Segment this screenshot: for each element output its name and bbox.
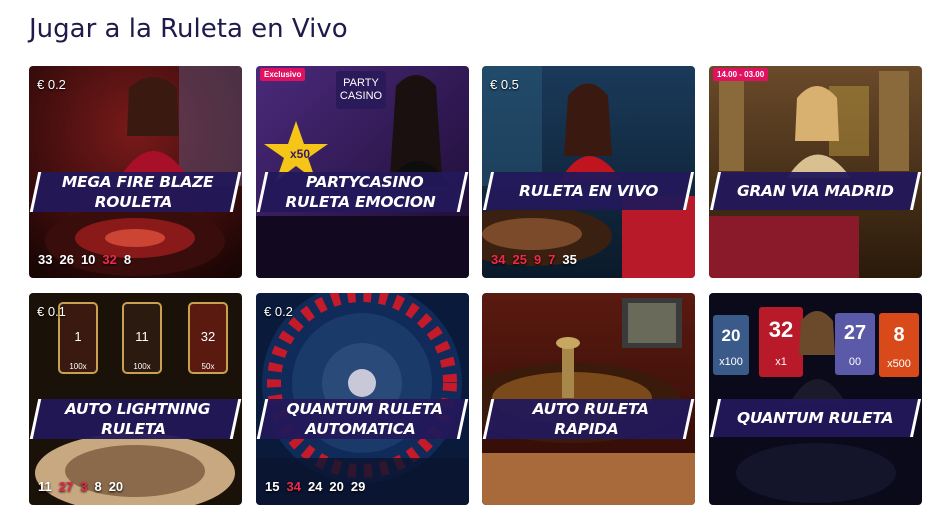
- game-title-banner: QUANTUM RULETA AUTOMATICA: [256, 399, 469, 439]
- game-title-line: AUTOMATICA: [305, 420, 416, 438]
- lantern: 32 50x: [188, 302, 228, 374]
- result-number: 34: [286, 479, 301, 494]
- tile-number: 27: [844, 322, 866, 344]
- game-card-partycasino-ruleta-emocion[interactable]: PARTY CASINO x50 Exclusivo PARTYCASINO R…: [256, 66, 469, 278]
- game-title-banner: GRAN VIA MADRID: [709, 172, 922, 210]
- game-title-banner: AUTO RULETA RAPIDA: [482, 399, 695, 439]
- recent-results: 15 34 24 20 29: [265, 479, 365, 494]
- page-title: Jugar a la Ruleta en Vivo: [29, 14, 348, 44]
- game-title-line: AUTO RULETA: [532, 400, 649, 418]
- tile-number: 20: [722, 326, 741, 345]
- result-number: 20: [329, 479, 344, 494]
- game-title-banner: QUANTUM RULETA: [709, 399, 922, 437]
- result-number: 9: [533, 252, 542, 267]
- logo-text: PARTY: [343, 77, 379, 89]
- tile-multiplier: x1: [775, 356, 787, 368]
- game-title-line: RULETA EN VIVO: [518, 182, 659, 200]
- game-card-gran-via-madrid[interactable]: 14.00 - 03.00 GRAN VIA MADRID: [709, 66, 922, 278]
- game-card-ruleta-en-vivo[interactable]: € 0.5 RULETA EN VIVO 34 25 9 7 35: [482, 66, 695, 278]
- exclusive-badge: Exclusivo: [260, 68, 306, 81]
- game-title-line: AUTO LIGHTNING: [65, 400, 211, 418]
- lantern-number: 11: [135, 329, 149, 344]
- game-card-auto-ruleta-rapida[interactable]: AUTO RULETA RAPIDA: [482, 293, 695, 505]
- stake-label: € 0.1: [37, 304, 66, 319]
- game-title-line: ROULETA: [94, 193, 173, 211]
- game-title-banner: MEGA FIRE BLAZE ROULETA: [29, 172, 242, 212]
- stake-label: € 0.2: [264, 304, 293, 319]
- tile-multiplier: x100: [719, 356, 743, 368]
- result-number: 8: [94, 479, 102, 494]
- multiplier-tile: 27 00: [835, 313, 875, 375]
- tile-multiplier: 00: [849, 356, 861, 368]
- result-number: 3: [80, 479, 88, 494]
- game-title-line: GRAN VIA MADRID: [737, 182, 894, 200]
- game-title-line: PARTYCASINO: [305, 173, 424, 191]
- lantern-multiplier: 100x: [69, 362, 86, 371]
- result-number: 35: [562, 252, 577, 267]
- result-number: 11: [38, 479, 52, 494]
- result-number: 15: [265, 479, 280, 494]
- tile-number: 32: [769, 317, 793, 342]
- result-number: 29: [350, 479, 366, 494]
- lantern: 11 100x: [122, 302, 162, 374]
- multiplier-text: x50: [290, 147, 310, 161]
- game-title-line: QUANTUM RULETA: [286, 400, 443, 418]
- game-card-quantum-ruleta-automatica[interactable]: € 0.2 QUANTUM RULETA AUTOMATICA 15 34 24…: [256, 293, 469, 505]
- game-title-line: RULETA EMOCION: [285, 193, 436, 211]
- multiplier-tile: 32 x1: [759, 307, 803, 377]
- result-number: 26: [59, 252, 74, 267]
- game-title-banner: PARTYCASINO RULETA EMOCION: [256, 172, 469, 212]
- game-title-line: QUANTUM RULETA: [737, 409, 894, 427]
- game-card-mega-fire-blaze[interactable]: € 0.2 MEGA FIRE BLAZE ROULETA 33 26 10 3…: [29, 66, 242, 278]
- recent-results: 33 26 10 32 8: [38, 252, 131, 267]
- result-number: 27: [58, 479, 74, 494]
- multiplier-tile: 8 x500: [879, 313, 919, 377]
- lantern-number: 1: [74, 329, 81, 344]
- game-card-auto-lightning-ruleta[interactable]: 1 100x 11 100x 32 50x € 0.1 AUTO LIGHTNI…: [29, 293, 242, 505]
- stake-label: € 0.2: [37, 77, 66, 92]
- recent-results: 34 25 9 7 35: [491, 252, 577, 267]
- game-title-line: RAPIDA: [554, 420, 619, 438]
- game-card-quantum-ruleta[interactable]: 20 x100 32 x1 27 00 8 x500 QUANTUM RULET…: [709, 293, 922, 505]
- game-grid: € 0.2 MEGA FIRE BLAZE ROULETA 33 26 10 3…: [29, 66, 923, 506]
- result-number: 33: [38, 252, 53, 267]
- result-number: 10: [80, 252, 96, 267]
- game-title-banner: RULETA EN VIVO: [482, 172, 695, 210]
- multiplier-tile: 20 x100: [713, 315, 749, 375]
- result-number: 32: [102, 252, 117, 267]
- result-number: 20: [108, 479, 124, 494]
- lantern-multiplier: 100x: [133, 362, 150, 371]
- result-number: 24: [307, 479, 323, 494]
- lantern-multiplier: 50x: [202, 362, 215, 371]
- recent-results: 11 27 3 8 20: [38, 479, 123, 494]
- game-title-line: RULETA: [101, 420, 166, 438]
- result-number: 34: [491, 252, 506, 267]
- game-title-line: MEGA FIRE BLAZE: [61, 173, 214, 191]
- result-number: 8: [123, 252, 132, 267]
- game-title-banner: AUTO LIGHTNING RULETA: [29, 399, 242, 439]
- lantern-number: 32: [201, 329, 215, 344]
- logo-text: CASINO: [340, 90, 383, 102]
- stake-label: € 0.5: [490, 77, 519, 92]
- tile-multiplier: x500: [887, 358, 911, 370]
- schedule-badge: 14.00 - 03.00: [713, 68, 769, 81]
- tile-number: 8: [893, 324, 904, 346]
- result-number: 25: [512, 252, 527, 267]
- result-number: 7: [548, 252, 556, 267]
